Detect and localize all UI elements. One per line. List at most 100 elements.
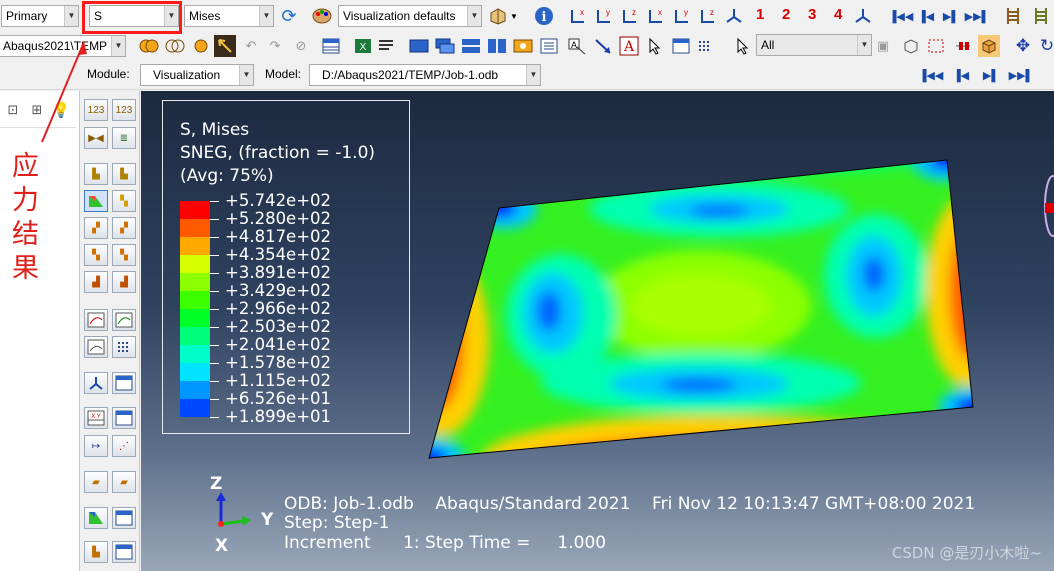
ladder-alt-icon[interactable] [1030,5,1052,27]
last-frame-icon[interactable]: ▶▶▌ [1009,64,1034,86]
step-4-button[interactable]: 4 [834,6,842,23]
previous-frame-icon[interactable]: ▐◀ [915,5,937,27]
refresh-icon[interactable]: ⟳ [278,5,300,27]
first-frame-icon[interactable]: ▐◀◀ [919,64,944,86]
selection-filter-select[interactable]: All ▼ [756,34,872,56]
symbol-plot-icon[interactable]: ▞ [84,217,108,239]
svg-text:z: z [632,8,636,17]
model-select[interactable]: D:/Abaqus2021/TEMP/Job-1.odb ▼ [309,64,541,86]
xy-data-manager-icon[interactable] [112,407,136,429]
text-annotation-icon[interactable]: A [566,35,588,57]
viewport-tile-v-icon[interactable] [486,35,508,57]
selection-cube-icon[interactable] [900,35,922,57]
list-icon[interactable] [538,35,560,57]
svg-text:A: A [623,39,635,55]
probe-manager-icon[interactable] [112,507,136,529]
view-xy-icon[interactable]: x [567,5,589,27]
view-yz-icon[interactable]: y [593,5,615,27]
options-icon[interactable] [694,35,716,57]
chevron-down-icon: ▼ [259,6,273,26]
viewport[interactable]: S, Mises SNEG, (fraction = -1.0) (Avg: 7… [141,91,1054,571]
cursor-icon[interactable] [644,35,666,57]
palette-icon[interactable] [311,5,333,27]
table-icon[interactable] [320,35,342,57]
increment-info-line: Increment 1: Step Time = 1.000 [284,533,607,553]
node-select-icon[interactable] [952,35,974,57]
rotate-icon[interactable]: ↻ [1036,35,1054,57]
allow-multiple-plot-icon[interactable]: ▟ [84,271,108,293]
material-orientation-icon[interactable]: ▚ [84,244,108,266]
step-info-line: Step: Step-1 [284,513,390,533]
xy-data-icon[interactable]: X Y [84,407,108,429]
query-manager-icon[interactable] [112,541,136,563]
pan-icon[interactable]: ✥ [1012,35,1034,57]
free-body-manager-icon[interactable]: ▰ [112,471,136,493]
odb-info-line: ODB: Job-1.odb Abaqus/Standard 2021 Fri … [284,494,976,514]
watermark: CSDN @是刃小木啦~ [891,544,1042,562]
viewport-cascade-icon[interactable] [434,35,456,57]
visualization-defaults-value: Visualization defaults [343,9,456,23]
text-report-icon[interactable] [375,35,397,57]
animate-time-history-icon[interactable] [84,336,108,358]
first-frame-icon[interactable]: ▐◀◀ [889,5,914,27]
view-cut-icon[interactable] [84,372,108,394]
svg-text:x: x [658,8,662,17]
probe-icon[interactable] [84,507,108,529]
svg-text:x: x [580,8,584,17]
svg-text:z: z [710,8,714,17]
next-frame-icon[interactable]: ▶▌ [980,64,1002,86]
view-back-icon[interactable]: x [645,5,667,27]
coordinate-triad [216,492,251,527]
display-cube-icon[interactable] [978,35,1000,57]
superimpose-options-icon[interactable]: ▟ [112,271,136,293]
view-iso-icon[interactable] [723,5,745,27]
pick-tool-icon[interactable] [214,35,236,57]
step-1-button[interactable]: 1 [756,6,764,23]
undo-icon[interactable]: ↶ [240,35,262,57]
view-axis-icon[interactable] [852,5,874,27]
ladder-icon[interactable] [1002,5,1024,27]
view-side-icon[interactable]: y [671,5,693,27]
select-cursor-icon[interactable] [732,35,754,57]
animate-harmonic-icon[interactable] [112,309,136,331]
arrow-annotation-icon[interactable] [592,35,614,57]
info-icon[interactable]: i [533,5,555,27]
view-bottom-icon[interactable]: z [697,5,719,27]
orientation-options-icon[interactable]: ▚ [112,244,136,266]
chevron-down-icon: ▼ [857,35,871,55]
triad-y-label: Y [261,510,274,530]
viewport-single-icon[interactable] [408,35,430,57]
box-select-icon[interactable] [926,35,948,57]
animation-options-icon[interactable] [112,336,136,358]
path-plot-icon[interactable]: ⋰ [112,435,136,457]
step-3-button[interactable]: 3 [808,6,816,23]
step-2-button[interactable]: 2 [782,6,790,23]
free-body-icon[interactable]: ▰ [84,471,108,493]
annotation-manager-icon[interactable] [670,35,692,57]
text-box-icon[interactable]: A [618,35,640,57]
path-icon[interactable]: ↦ [84,435,108,457]
next-frame-icon[interactable]: ▶▌ [940,5,962,27]
chevron-down-icon[interactable]: ▼ [507,5,521,27]
svg-text:A: A [571,40,577,50]
symbol-options-icon[interactable]: ▞ [112,217,136,239]
animate-scale-icon[interactable] [84,309,108,331]
link-viewports-icon[interactable] [512,35,534,57]
view-zx-icon[interactable]: z [619,5,641,27]
cancel-icon[interactable]: ⊘ [290,35,312,57]
query-icon[interactable]: ▙ [84,541,108,563]
svg-text:X Y: X Y [91,414,101,420]
excel-icon[interactable]: X [352,35,374,57]
selection-option-icon[interactable]: ▣ [872,35,894,57]
svg-text:X: X [360,42,367,53]
selection-filter-value: All [761,38,775,52]
off-screen-marker [1045,203,1054,213]
last-frame-icon[interactable]: ▶▶▌ [965,5,990,27]
viewport-tile-h-icon[interactable] [460,35,482,57]
render-style-icon[interactable] [487,5,509,27]
svg-text:i: i [542,10,547,25]
redo-icon[interactable]: ↷ [264,35,286,57]
view-cut-manager-icon[interactable] [112,372,136,394]
previous-frame-icon[interactable]: ▐◀ [950,64,972,86]
visualization-defaults-select[interactable]: Visualization defaults ▼ [338,5,482,27]
